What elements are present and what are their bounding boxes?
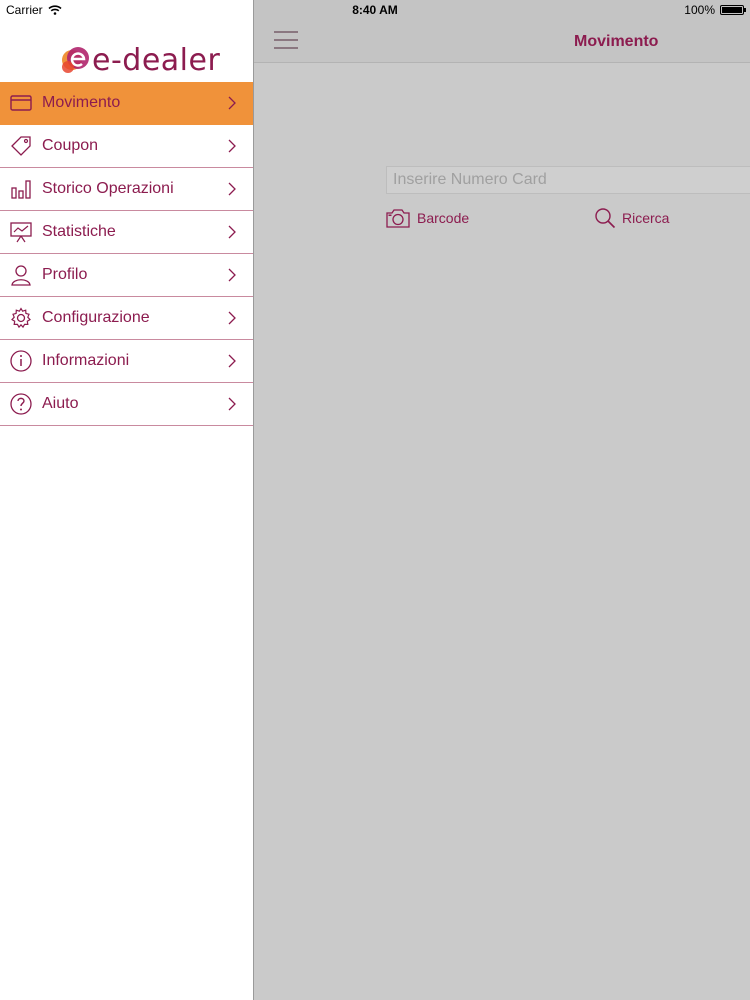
status-bar: Carrier 8:40 AM 100%	[0, 0, 750, 22]
main-content: Movimento Barcode Ricerca	[253, 0, 750, 1000]
chevron-right-icon	[228, 139, 236, 153]
battery-percentage: 100%	[684, 3, 715, 17]
chevron-right-icon	[228, 311, 236, 325]
battery-fill	[722, 7, 742, 13]
logo-text: e-dealer	[92, 42, 221, 78]
chevron-right-icon	[228, 268, 236, 282]
chevron-right-icon	[228, 225, 236, 239]
status-time: 8:40 AM	[352, 3, 398, 17]
menu-item-label: Informazioni	[42, 352, 130, 369]
menu-item-label: Coupon	[42, 137, 99, 154]
menu-item-movimento[interactable]: Movimento	[0, 82, 253, 125]
tag-icon	[9, 134, 33, 158]
menu-item-label: Storico Operazioni	[42, 180, 174, 197]
chevron-right-icon	[228, 182, 236, 196]
menu-item-coupon[interactable]: Coupon	[0, 125, 253, 168]
menu-item-profilo[interactable]: Profilo	[0, 254, 253, 297]
menu-item-statistiche[interactable]: Statistiche	[0, 211, 253, 254]
camera-icon	[386, 209, 410, 228]
user-icon	[9, 263, 33, 287]
menu-item-label: Movimento	[42, 94, 121, 111]
chevron-right-icon	[228, 354, 236, 368]
ricerca-button[interactable]: Ricerca	[594, 207, 669, 229]
battery-icon	[720, 5, 746, 15]
chevron-right-icon	[228, 397, 236, 411]
menu-item-label: Profilo	[42, 266, 88, 283]
logo-mark-icon	[62, 47, 89, 73]
status-right: 100%	[684, 3, 746, 17]
sidebar-menu: e-dealer Movimento Coupon Storico Operaz…	[0, 0, 253, 1000]
help-icon	[9, 392, 33, 416]
card-icon	[9, 91, 33, 115]
hamburger-menu-icon[interactable]	[274, 31, 298, 49]
menu-item-configurazione[interactable]: Configurazione	[0, 297, 253, 340]
page-title: Movimento	[574, 33, 659, 50]
search-icon	[595, 208, 616, 229]
ricerca-label: Ricerca	[622, 210, 670, 226]
menu-item-storico-operazioni[interactable]: Storico Operazioni	[0, 168, 253, 211]
bar-chart-icon	[9, 177, 33, 201]
gear-icon	[9, 306, 33, 330]
e-dealer-logo: e-dealer	[58, 38, 220, 82]
menu-item-aiuto[interactable]: Aiuto	[0, 383, 253, 426]
presentation-chart-icon	[9, 220, 33, 244]
info-icon	[9, 349, 33, 373]
menu-list: Movimento Coupon Storico Operazioni Stat…	[0, 82, 253, 426]
chevron-right-icon	[228, 96, 236, 110]
menu-item-label: Aiuto	[42, 395, 79, 412]
barcode-label: Barcode	[417, 210, 470, 226]
card-number-input[interactable]	[386, 166, 750, 194]
menu-item-label: Statistiche	[42, 223, 116, 240]
menu-item-informazioni[interactable]: Informazioni	[0, 340, 253, 383]
barcode-button[interactable]: Barcode	[385, 207, 469, 229]
menu-item-label: Configurazione	[42, 309, 150, 326]
